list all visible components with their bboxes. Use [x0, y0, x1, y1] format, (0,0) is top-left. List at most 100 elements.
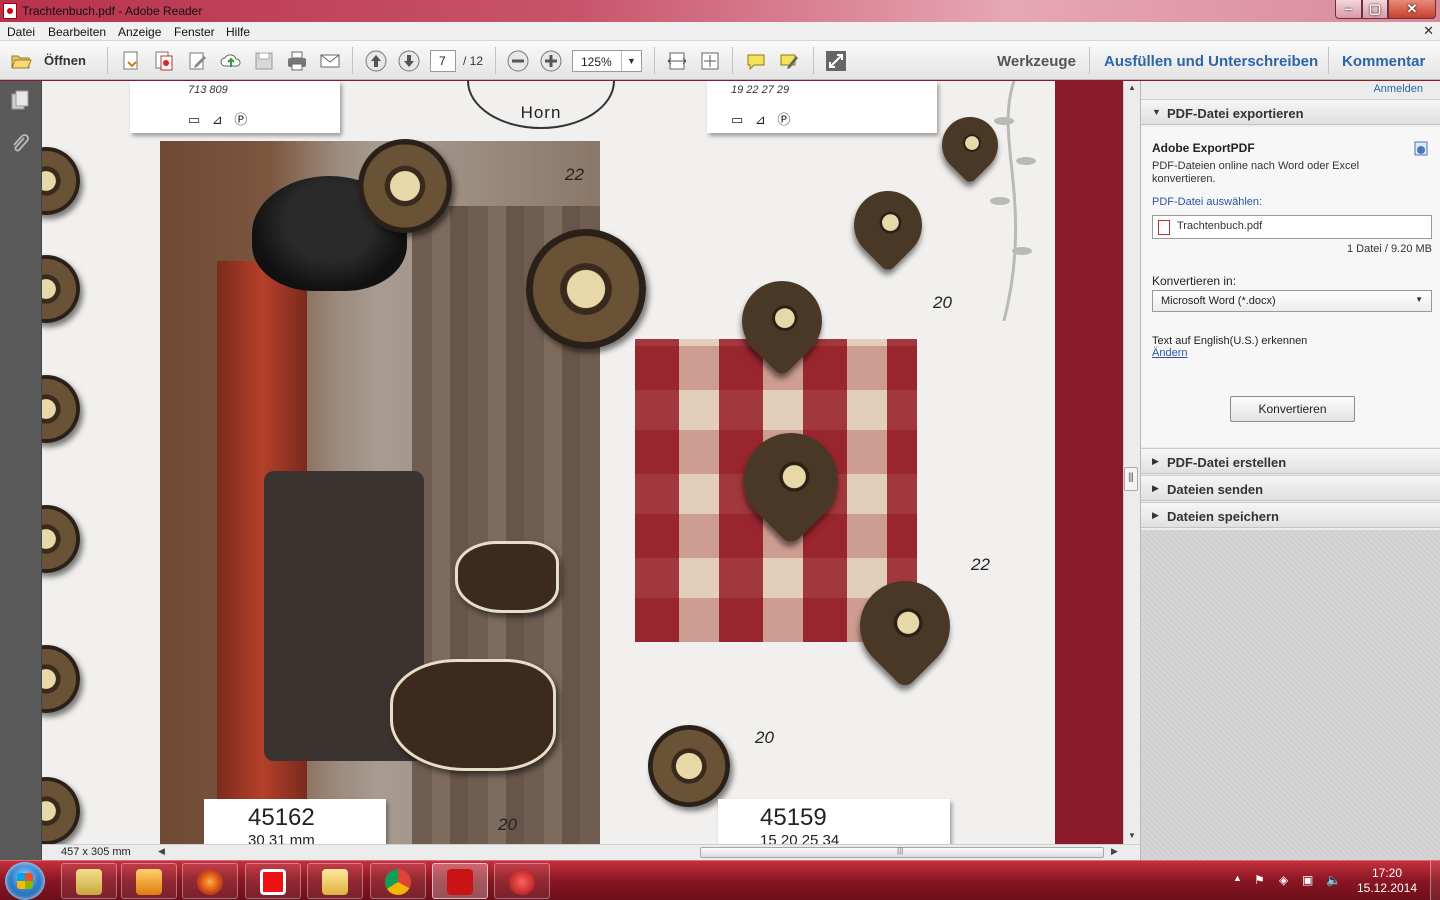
volume-icon[interactable]: 🔈	[1326, 873, 1341, 887]
zoom-in-icon[interactable]	[540, 50, 562, 72]
change-language-link[interactable]: Ändern	[1152, 347, 1187, 359]
upload-cloud-icon[interactable]	[220, 50, 242, 72]
open-button-label[interactable]: Öffnen	[44, 53, 86, 68]
page-thumbnails-icon[interactable]	[9, 89, 31, 111]
previous-page-icon[interactable]	[365, 50, 387, 72]
system-clock[interactable]: 17:20 15.12.2014	[1349, 866, 1425, 896]
create-pdf-section-header[interactable]: ▶ PDF-Datei erstellen	[1141, 448, 1440, 474]
toolbar-separator	[1089, 47, 1090, 74]
save-files-section-header[interactable]: ▶ Dateien speichern	[1141, 502, 1440, 528]
taskbar-adobe-app[interactable]	[494, 863, 550, 899]
article-sizes: 30 31 mm	[248, 832, 315, 844]
taskbar-firefox[interactable]	[182, 863, 238, 899]
care-label-left: 713 809 ▭ ⊿ Ⓟ	[130, 81, 340, 133]
comment-pane-link[interactable]: Kommentar	[1342, 53, 1425, 70]
highlight-pen-icon[interactable]	[778, 50, 800, 72]
show-hidden-icons-icon[interactable]: ▲	[1233, 873, 1242, 883]
scroll-right-icon[interactable]: ▶	[1111, 846, 1118, 857]
pane-splitter-handle[interactable]: |||	[1124, 467, 1138, 491]
document-viewport[interactable]: 713 809 ▭ ⊿ Ⓟ Horn 19 22 27 29 ▭ ⊿ Ⓟ 22 …	[42, 81, 1123, 844]
pdf-page: 713 809 ▭ ⊿ Ⓟ Horn 19 22 27 29 ▭ ⊿ Ⓟ 22 …	[42, 81, 1055, 844]
convert-format-value: Microsoft Word (*.docx)	[1161, 295, 1276, 307]
chevron-right-icon: ▶	[1152, 510, 1159, 520]
flag-icon[interactable]: ⚑	[1254, 873, 1265, 887]
page-dimensions: 457 x 305 mm	[61, 846, 131, 858]
exportpdf-title: Adobe ExportPDF	[1152, 141, 1255, 155]
horn-button-image	[42, 505, 80, 573]
scroll-down-icon[interactable]: ▼	[1128, 831, 1136, 840]
taskbar-image-viewer[interactable]	[307, 863, 363, 899]
file-count: 1 Datei / 9.20 MB	[1347, 243, 1432, 255]
chevron-down-icon[interactable]: ▼	[621, 51, 641, 71]
status-bar: 457 x 305 mm ◀ ||| ▶	[42, 844, 1140, 860]
comment-bubble-icon[interactable]	[745, 50, 767, 72]
taskbar-explorer[interactable]	[61, 863, 117, 899]
folder-icon	[76, 869, 102, 895]
menu-fenster[interactable]: Fenster	[174, 25, 215, 39]
article-label: 45159 15 20 25 34	[718, 799, 950, 844]
cow-button-image	[455, 541, 559, 613]
taskbar-chrome[interactable]	[370, 863, 426, 899]
close-document-icon[interactable]: ✕	[1423, 23, 1434, 39]
horizontal-scroll-thumb[interactable]: |||	[700, 846, 1104, 858]
zoom-out-icon[interactable]	[507, 50, 529, 72]
adobe-app-icon	[509, 869, 535, 895]
scroll-left-icon[interactable]: ◀	[158, 846, 165, 857]
menu-anzeige[interactable]: Anzeige	[118, 25, 161, 39]
cow-button-image	[390, 659, 556, 771]
full-screen-icon[interactable]	[825, 50, 847, 72]
article-number: 45162	[248, 804, 315, 831]
minimize-button[interactable]: –	[1335, 0, 1362, 19]
clock-date: 15.12.2014	[1356, 881, 1418, 895]
zoom-select[interactable]: 125% ▼	[572, 50, 642, 72]
scroll-up-icon[interactable]: ▲	[1128, 83, 1136, 92]
fill-sign-pane-link[interactable]: Ausfüllen und Unterschreiben	[1104, 53, 1318, 70]
sign-in-link[interactable]: Anmelden	[1373, 83, 1423, 95]
title-bar: Trachtenbuch.pdf - Adobe Reader – ▢ ✕	[0, 0, 1440, 22]
save-icon[interactable]	[253, 50, 275, 72]
combine-files-icon[interactable]	[153, 50, 175, 72]
next-page-icon[interactable]	[398, 50, 420, 72]
media-player-icon	[136, 869, 162, 895]
chevron-right-icon: ▶	[1152, 456, 1159, 466]
close-window-button[interactable]: ✕	[1388, 0, 1436, 19]
size-label: 20	[755, 728, 774, 747]
taskbar-app-f[interactable]	[245, 863, 301, 899]
attachment-paperclip-icon[interactable]	[9, 133, 31, 155]
navigation-panel	[0, 81, 42, 860]
convert-format-select[interactable]: Microsoft Word (*.docx) ▼	[1152, 290, 1432, 312]
horn-text: Horn	[520, 103, 562, 122]
edit-document-icon[interactable]	[187, 50, 209, 72]
print-icon[interactable]	[286, 50, 308, 72]
close-icon: ✕	[1406, 1, 1418, 16]
email-icon[interactable]	[319, 50, 341, 72]
create-pdf-icon[interactable]	[120, 50, 142, 72]
maximize-button[interactable]: ▢	[1362, 0, 1388, 19]
menu-hilfe[interactable]: Hilfe	[226, 25, 250, 39]
export-pdf-section-header[interactable]: ▼ PDF-Datei exportieren	[1141, 99, 1440, 125]
fit-page-icon[interactable]	[699, 50, 721, 72]
taskbar-media-player[interactable]	[121, 863, 177, 899]
show-desktop-button[interactable]	[1430, 861, 1440, 900]
toolbar-separator	[1328, 47, 1329, 74]
firefox-icon	[197, 869, 223, 895]
taskbar-adobe-reader[interactable]	[432, 863, 488, 899]
open-folder-icon[interactable]	[10, 50, 32, 72]
network-icon[interactable]: ▣	[1302, 873, 1313, 887]
start-button[interactable]	[5, 862, 45, 900]
selected-file-field[interactable]: Trachtenbuch.pdf	[1152, 215, 1432, 239]
exportpdf-description: PDF-Dateien online nach Word oder Excel …	[1152, 160, 1360, 185]
size-label: 20	[933, 293, 952, 312]
security-shield-icon[interactable]: ◈	[1279, 873, 1288, 887]
floral-ornament-image	[990, 81, 1036, 321]
convert-button[interactable]: Konvertieren	[1230, 396, 1355, 422]
page-number-input[interactable]: 7	[430, 50, 456, 72]
menu-datei[interactable]: Datei	[7, 25, 35, 39]
send-files-section-header[interactable]: ▶ Dateien senden	[1141, 475, 1440, 501]
menu-bearbeiten[interactable]: Bearbeiten	[48, 25, 106, 39]
exportpdf-info-icon[interactable]	[1412, 141, 1430, 157]
file-name: Trachtenbuch.pdf	[1177, 220, 1263, 232]
fit-page-width-icon[interactable]	[666, 50, 688, 72]
vertical-scrollbar[interactable]: ▲ ▼	[1123, 81, 1140, 844]
tools-pane-link[interactable]: Werkzeuge	[997, 53, 1076, 70]
